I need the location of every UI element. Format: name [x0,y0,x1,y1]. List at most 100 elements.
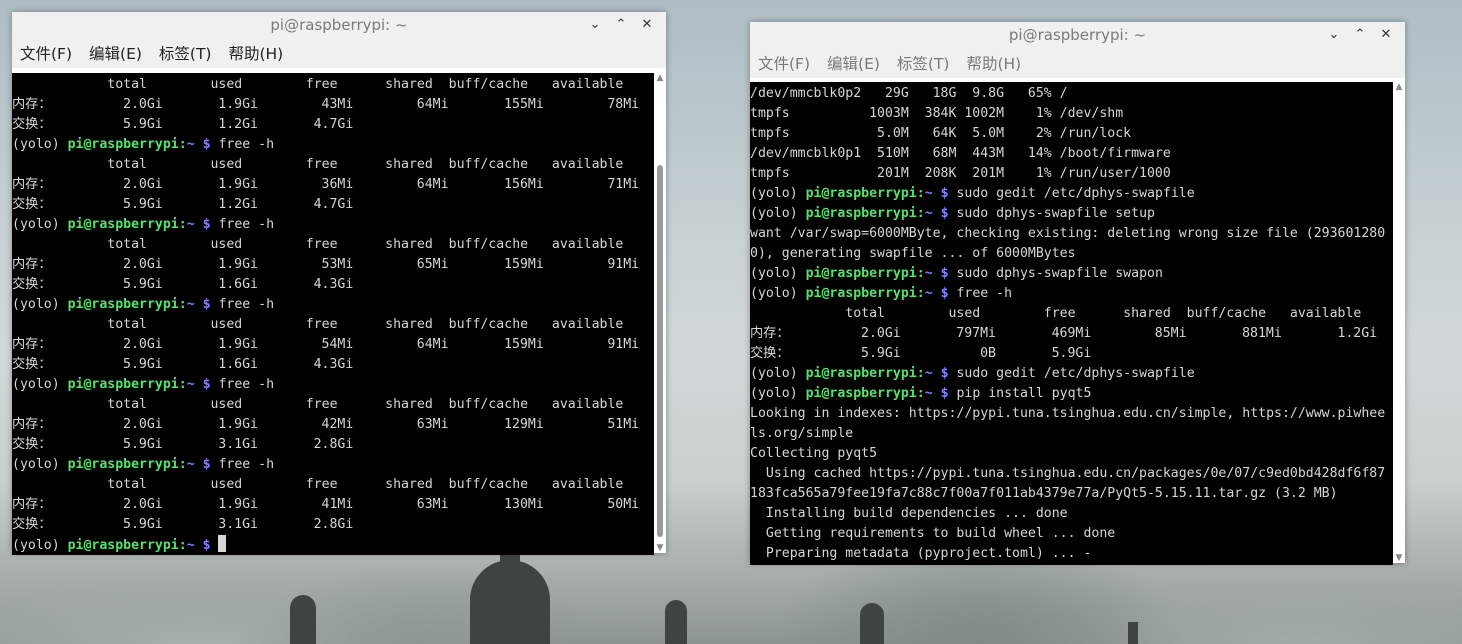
menu-file[interactable]: 文件(F) [20,42,72,64]
scrollbar[interactable]: ▲ ▼ [1393,82,1405,563]
terminal-text: pi@raspberrypi [805,266,917,281]
terminal-text: pi@raspberrypi [805,186,917,201]
terminal-text: : [916,266,925,281]
terminal-text: : [916,186,925,201]
terminal-line: 交换： 5.9Gi 1.2Gi 4.7Gi [12,115,654,135]
scroll-down-icon[interactable]: ▼ [654,543,666,553]
terminal-text: : [916,386,925,401]
menu-help[interactable]: 帮助(H) [966,52,1021,74]
terminal-text: pi@raspberrypi [805,386,917,401]
terminal-text: tmpfs 1003M 384K 1002M 1% /dev/shm [750,106,1124,121]
terminal-text: ~ $ [186,377,211,392]
terminal-output[interactable]: /dev/mmcblk0p2 29G 18G 9.8G 65% / tmpfs 1… [750,82,1393,565]
terminal-text: (yolo) [750,366,806,381]
terminal-output[interactable]: total used free shared buff/cache availa… [12,73,654,555]
terminal-text: : [178,217,187,232]
terminal-text: : [178,137,187,152]
terminal-text: ~ $ [924,266,949,281]
chevron-up-icon: ⌃ [1354,27,1366,42]
menu-edit[interactable]: 编辑(E) [89,42,142,64]
temple-silhouette [1128,622,1138,644]
menu-help[interactable]: 帮助(H) [228,42,283,64]
terminal-line: (yolo) pi@raspberrypi:~ $ free -h [12,135,654,155]
left-terminal-window: pi@raspberrypi: ~ ⌄ ⌃ ✕ 文件(F) 编辑(E) 标签(T… [12,12,666,555]
titlebar[interactable]: pi@raspberrypi: ~ ⌄ ⌃ ✕ [750,22,1405,48]
terminal-line: Getting requirements to build wheel ... … [750,524,1393,544]
scroll-up-icon[interactable]: ▲ [654,73,666,83]
terminal-text: sudo gedit /etc/dphys-swapfile [948,186,1195,201]
terminal-text: 交换： 5.9Gi 1.2Gi 4.7Gi [12,117,354,132]
terminal-text: ~ $ [186,217,211,232]
terminal-text: sudo gedit /etc/dphys-swapfile [948,366,1195,381]
window-title: pi@raspberrypi: ~ [1008,26,1147,44]
terminal-line: (yolo) pi@raspberrypi:~ $ sudo gedit /et… [750,184,1393,204]
temple-silhouette [665,600,687,644]
maximize-button[interactable]: ⌃ [608,16,634,34]
scroll-down-icon[interactable]: ▼ [1393,553,1405,563]
terminal-text: pi@raspberrypi [67,457,179,472]
menubar: 文件(F) 编辑(E) 标签(T) 帮助(H) [12,38,666,68]
minimize-button[interactable]: ⌄ [582,16,608,34]
terminal-text: /dev/mmcblk0p2 29G 18G 9.8G 65% / [750,86,1068,101]
terminal-text: 交换： 5.9Gi 0B 5.9Gi [750,346,1092,361]
terminal-text: free -h [948,286,1013,301]
terminal-line: /dev/mmcblk0p1 510M 68M 443M 14% /boot/f… [750,144,1393,164]
terminal-text: pi@raspberrypi [67,297,179,312]
terminal-text: 内存： 2.0Gi 1.9Gi 42Mi 63Mi 129Mi 51Mi [12,417,640,432]
terminal-line: tmpfs 201M 208K 201M 1% /run/user/1000 [750,164,1393,184]
terminal-line: /dev/mmcblk0p2 29G 18G 9.8G 65% / [750,84,1393,104]
scroll-up-icon[interactable]: ▲ [1393,82,1405,92]
terminal-text: Using cached https://pypi.tuna.tsinghua.… [750,466,1386,481]
maximize-button[interactable]: ⌃ [1347,26,1373,44]
terminal-text: pi@raspberrypi [67,538,179,553]
menu-tabs[interactable]: 标签(T) [897,52,950,74]
terminal-line: (yolo) pi@raspberrypi:~ $ free -h [750,284,1393,304]
terminal-line: total used free shared buff/cache availa… [12,475,654,495]
terminal-text: total used free shared buff/cache availa… [12,237,624,252]
right-terminal-window: pi@raspberrypi: ~ ⌄ ⌃ ✕ 文件(F) 编辑(E) 标签(T… [750,22,1405,565]
menu-tabs[interactable]: 标签(T) [159,42,212,64]
terminal-text: 交换： 5.9Gi 1.6Gi 4.3Gi [12,357,354,372]
terminal-text: tmpfs 201M 208K 201M 1% /run/user/1000 [750,166,1171,181]
terminal-text: 交换： 5.9Gi 1.6Gi 4.3Gi [12,277,354,292]
terminal-text: ~ $ [186,538,211,553]
temple-silhouette [470,560,550,644]
terminal-line: Looking in indexes: https://pypi.tuna.ts… [750,404,1393,424]
terminal-text: : [178,538,187,553]
terminal-text: ~ $ [186,457,211,472]
terminal-text: Getting requirements to build wheel ... … [750,526,1116,541]
terminal-line: total used free shared buff/cache availa… [12,75,654,95]
menu-edit[interactable]: 编辑(E) [827,52,880,74]
menu-file[interactable]: 文件(F) [758,52,810,74]
terminal-text: (yolo) [12,297,68,312]
terminal-line: tmpfs 5.0M 64K 5.0M 2% /run/lock [750,124,1393,144]
close-icon: ✕ [1380,27,1392,42]
close-button[interactable]: ✕ [634,16,660,34]
chevron-up-icon: ⌃ [615,17,627,32]
terminal-text: ls.org/simple [750,426,854,441]
terminal-line: Preparing metadata (pyproject.toml) ... … [750,544,1393,564]
terminal-text: free -h [210,137,275,152]
scrollbar-thumb[interactable] [657,165,663,537]
close-icon: ✕ [641,17,653,32]
terminal-line: (yolo) pi@raspberrypi:~ $ sudo dphys-swa… [750,204,1393,224]
scrollbar[interactable]: ▲ ▼ [654,73,666,553]
terminal-line: 交换： 5.9Gi 1.6Gi 4.3Gi [12,275,654,295]
terminal-line: ls.org/simple [750,424,1393,444]
titlebar[interactable]: pi@raspberrypi: ~ ⌄ ⌃ ✕ [12,12,666,38]
terminal-text: 交换： 5.9Gi 3.1Gi 2.8Gi [12,437,354,452]
terminal-line: 内存： 2.0Gi 1.9Gi 54Mi 64Mi 159Mi 91Mi [12,335,654,355]
terminal-line: Collecting pyqt5 [750,444,1393,464]
terminal-text: ~ $ [186,137,211,152]
close-button[interactable]: ✕ [1373,26,1399,44]
terminal-text: 内存： 2.0Gi 1.9Gi 36Mi 64Mi 156Mi 71Mi [12,177,640,192]
terminal-text: /dev/mmcblk0p1 510M 68M 443M 14% /boot/f… [750,146,1171,161]
temple-silhouette [860,603,884,644]
minimize-button[interactable]: ⌄ [1321,26,1347,44]
terminal-line: (yolo) pi@raspberrypi:~ $ free -h [12,215,654,235]
terminal-text: (yolo) [750,186,806,201]
chevron-down-icon: ⌄ [589,17,601,32]
terminal-line: 交换： 5.9Gi 3.1Gi 2.8Gi [12,435,654,455]
chevron-down-icon: ⌄ [1328,27,1340,42]
terminal-line: total used free shared buff/cache availa… [750,304,1393,324]
